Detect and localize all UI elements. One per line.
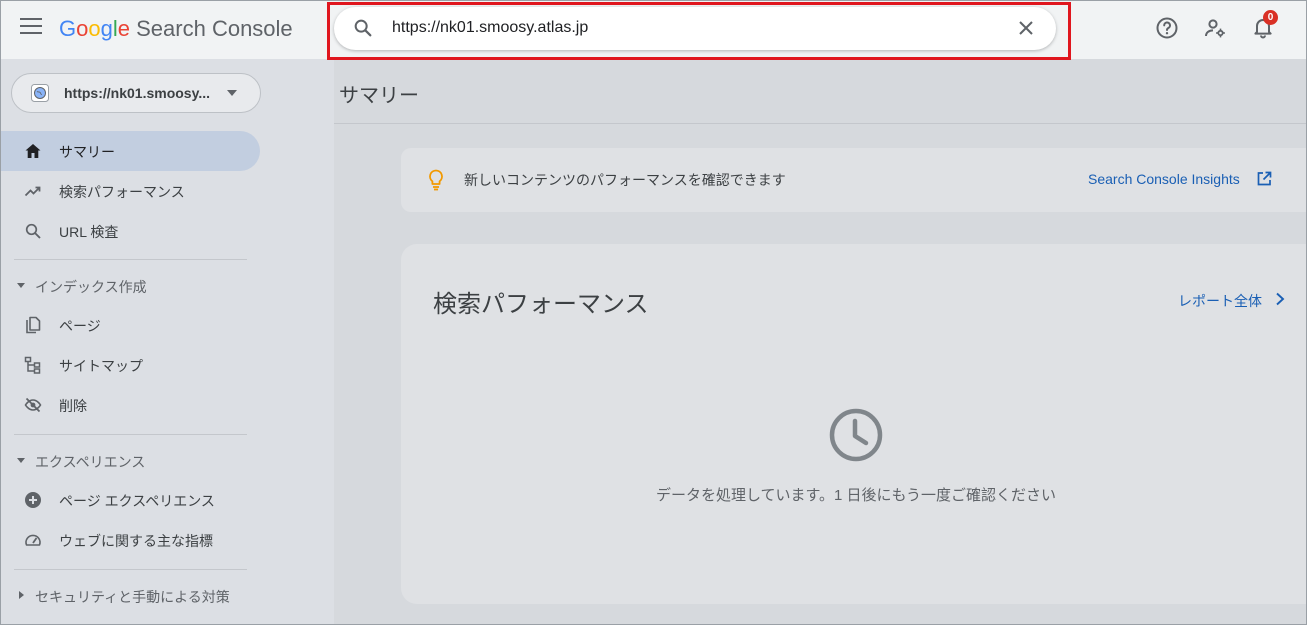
section-security[interactable]: セキュリティと手動による対策	[0, 580, 260, 610]
full-report-link[interactable]: レポート全体	[1178, 291, 1262, 311]
property-selector[interactable]: https://nk01.smoosy...	[11, 73, 261, 113]
sidebar-divider	[14, 569, 247, 570]
sidebar-divider	[14, 434, 247, 435]
sidebar-item-label: URL 検査	[59, 224, 119, 240]
notification-badge: 0	[1263, 10, 1278, 25]
section-indexing[interactable]: インデックス作成	[0, 270, 260, 300]
caret-down-icon	[17, 458, 25, 463]
sidebar-item-label: サマリー	[59, 144, 115, 160]
chevron-right-icon[interactable]	[1273, 292, 1287, 306]
globe-icon	[31, 84, 49, 102]
speed-icon	[25, 534, 41, 546]
manage-accounts-icon[interactable]	[1203, 16, 1227, 40]
sidebar-item-pages[interactable]: ページ	[0, 305, 260, 345]
sidebar-item-label: ページ	[59, 318, 101, 334]
sidebar-item-search-performance[interactable]: 検索パフォーマンス	[0, 171, 260, 211]
sidebar-item-sitemaps[interactable]: サイトマップ	[0, 345, 260, 385]
sidebar-item-summary[interactable]: サマリー	[0, 131, 260, 171]
sidebar-item-page-experience[interactable]: ページ エクスペリエンス	[0, 480, 260, 520]
sidebar-item-removals[interactable]: 削除	[0, 385, 260, 425]
help-icon[interactable]	[1155, 16, 1179, 40]
search-bar-highlight	[327, 2, 1071, 60]
insights-message: 新しいコンテンツのパフォーマンスを確認できます	[464, 172, 786, 188]
search-console-insights-link[interactable]: Search Console Insights	[1088, 171, 1240, 187]
main-content: サマリー 新しいコンテンツのパフォーマンスを確認できます Search Cons…	[334, 59, 1307, 625]
sidebar-divider	[14, 259, 247, 260]
search-performance-card: 検索パフォーマンス レポート全体 データを処理しています。1 日後にもう一度ご確…	[401, 244, 1307, 604]
section-label: インデックス作成	[35, 279, 147, 295]
menu-icon[interactable]	[20, 18, 42, 36]
sidebar-item-label: サイトマップ	[59, 358, 143, 374]
open-in-new-icon[interactable]	[1256, 171, 1272, 187]
home-icon	[25, 144, 41, 158]
sitemap-icon	[24, 356, 41, 374]
sidebar: https://nk01.smoosy... サマリー 検索パフォーマンス UR…	[0, 59, 334, 625]
search-icon	[25, 223, 41, 239]
caret-down-icon	[227, 90, 237, 96]
sidebar-item-core-web-vitals[interactable]: ウェブに関する主な指標	[0, 520, 260, 560]
caret-right-icon	[19, 591, 24, 599]
processing-message: データを処理しています。1 日後にもう一度ご確認ください	[655, 487, 1057, 504]
property-url: https://nk01.smoosy...	[64, 85, 210, 101]
sidebar-item-url-inspection[interactable]: URL 検査	[0, 211, 260, 251]
sidebar-item-label: 削除	[59, 398, 87, 414]
sidebar-item-label: 検索パフォーマンス	[59, 184, 185, 200]
lightbulb-icon	[429, 169, 443, 191]
card-title: 検索パフォーマンス	[433, 291, 649, 318]
section-label: セキュリティと手動による対策	[35, 589, 230, 605]
caret-down-icon	[17, 283, 25, 288]
plus-circle-icon	[25, 492, 41, 508]
section-experience[interactable]: エクスペリエンス	[0, 445, 260, 475]
product-logo[interactable]: Google Search Console	[59, 15, 293, 43]
page-title: サマリー	[339, 85, 419, 107]
visibility-off-icon	[24, 397, 42, 413]
title-divider	[334, 123, 1307, 124]
section-label: エクスペリエンス	[35, 454, 146, 470]
sidebar-item-label: ウェブに関する主な指標	[59, 533, 213, 549]
trending-up-icon	[24, 186, 41, 197]
pages-icon	[26, 316, 41, 334]
clock-icon	[829, 408, 883, 462]
insights-card: 新しいコンテンツのパフォーマンスを確認できます Search Console I…	[401, 148, 1307, 212]
sidebar-item-label: ページ エクスペリエンス	[59, 493, 215, 509]
